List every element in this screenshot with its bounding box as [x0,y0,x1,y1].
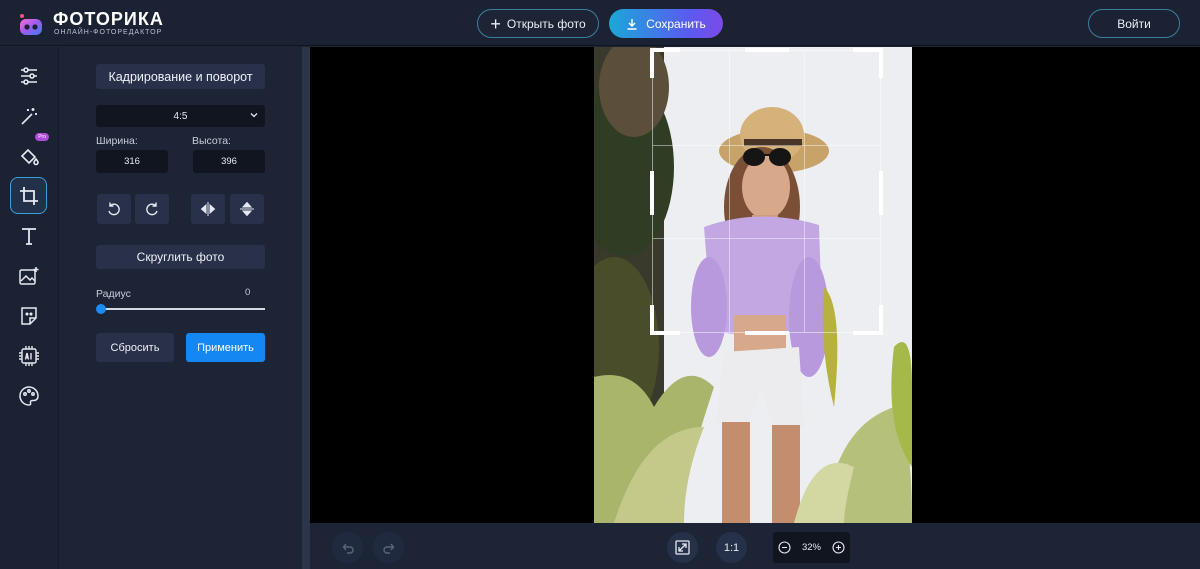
flip-vertical-icon [240,201,254,217]
ai-chip-icon [18,345,39,366]
rail-item-stickers[interactable] [10,297,47,334]
height-input[interactable]: 396 [193,150,265,173]
aspect-ratio-value: 4:5 [173,110,188,122]
radius-value: 0 [245,287,251,298]
zoom-control: 32% [773,532,850,563]
editor-canvas[interactable] [310,47,1200,523]
plus-icon: + [490,13,501,34]
redo-button[interactable] [373,532,404,563]
open-photo-button[interactable]: + Открыть фото [477,9,599,38]
flip-horizontal-icon [200,202,216,216]
crop-handle-top-left[interactable] [650,48,680,78]
crop-handle-bottom[interactable] [745,331,789,335]
height-label: Высота: [192,135,231,147]
apply-button[interactable]: Применить [186,333,265,362]
open-photo-label: Открыть фото [506,16,586,31]
rail-item-text[interactable] [10,217,47,254]
pro-badge: Pro [35,133,49,141]
rail-item-palette[interactable] [10,377,47,414]
bottom-toolbar: 1:1 32% [310,523,1200,569]
width-input[interactable]: 316 [96,150,168,173]
zoom-level: 32% [801,542,821,553]
radius-slider-track[interactable] [101,308,265,310]
panel-scrollbar[interactable] [302,47,310,569]
chevron-down-icon [250,113,258,118]
rail-item-fill[interactable]: Pro [10,133,49,174]
rail-item-ai[interactable] [10,337,47,374]
width-label: Ширина: [96,135,138,147]
rotate-left-icon [108,202,120,216]
sticker-icon [20,306,37,325]
zoom-in-icon [832,541,845,554]
undo-icon [342,543,354,554]
palette-icon [18,385,39,406]
zoom-out-button[interactable] [777,540,792,555]
photo-editor-app: ФОТОРИКА ОНЛАЙН-ФОТОРЕДАКТОР + Открыть ф… [0,0,1200,569]
save-button[interactable]: Сохранить [609,9,723,38]
crop-handle-top-right[interactable] [853,48,883,78]
rotate-right-button[interactable] [135,194,169,224]
reset-button[interactable]: Сбросить [96,333,174,362]
rail-item-crop[interactable] [10,177,47,214]
zoom-in-button[interactable] [831,540,846,555]
crop-grid-line-h2 [653,238,880,240]
brand-subtitle: ОНЛАЙН-ФОТОРЕДАКТОР [54,29,163,36]
add-image-icon [18,266,38,285]
zoom-out-icon [778,541,791,554]
sliders-icon [20,66,37,85]
panel-title: Кадрирование и поворот [96,64,265,89]
crop-rotate-panel: Кадрирование и поворот 4:5 Ширина: Высот… [60,47,302,569]
rotate-left-button[interactable] [97,194,131,224]
undo-button[interactable] [332,532,363,563]
crop-handle-left[interactable] [650,171,654,215]
crop-handle-top[interactable] [745,48,789,52]
text-icon [21,227,36,245]
rail-item-effects[interactable] [10,97,47,134]
crop-handle-bottom-right[interactable] [853,305,883,335]
top-header: ФОТОРИКА ОНЛАЙН-ФОТОРЕДАКТОР + Открыть ф… [0,0,1200,46]
save-label: Сохранить [646,16,706,31]
login-button[interactable]: Войти [1088,9,1180,38]
download-icon [627,18,637,30]
flip-horizontal-button[interactable] [191,194,225,224]
tools-sidebar: Pro [0,47,59,569]
rail-item-image[interactable] [10,257,47,294]
rotate-right-icon [146,202,158,216]
paint-bucket-icon [20,148,39,165]
crop-frame[interactable] [650,48,883,335]
crop-handle-right[interactable] [879,171,883,215]
redo-icon [382,543,394,554]
crop-grid-line-h1 [653,144,880,146]
photo-preview [594,47,912,523]
flip-vertical-button[interactable] [230,194,264,224]
radius-slider-handle[interactable] [96,304,106,314]
logo[interactable]: ФОТОРИКА ОНЛАЙН-ФОТОРЕДАКТОР [18,9,168,39]
crop-grid-line-v1 [728,51,730,332]
crop-handle-bottom-left[interactable] [650,305,680,335]
logo-mark-icon [20,14,42,35]
fit-screen-button[interactable] [667,532,698,563]
round-photo-button[interactable]: Скруглить фото [96,245,265,269]
radius-label: Радиус [96,288,131,300]
fit-screen-icon [675,540,690,555]
actual-size-button[interactable]: 1:1 [716,532,747,563]
magic-wand-icon [20,107,37,125]
crop-icon [19,186,38,205]
rail-item-adjustments[interactable] [10,57,47,94]
crop-grid-line-v2 [804,51,806,332]
brand-title: ФОТОРИКА [53,9,164,29]
aspect-ratio-select[interactable]: 4:5 [96,105,265,127]
